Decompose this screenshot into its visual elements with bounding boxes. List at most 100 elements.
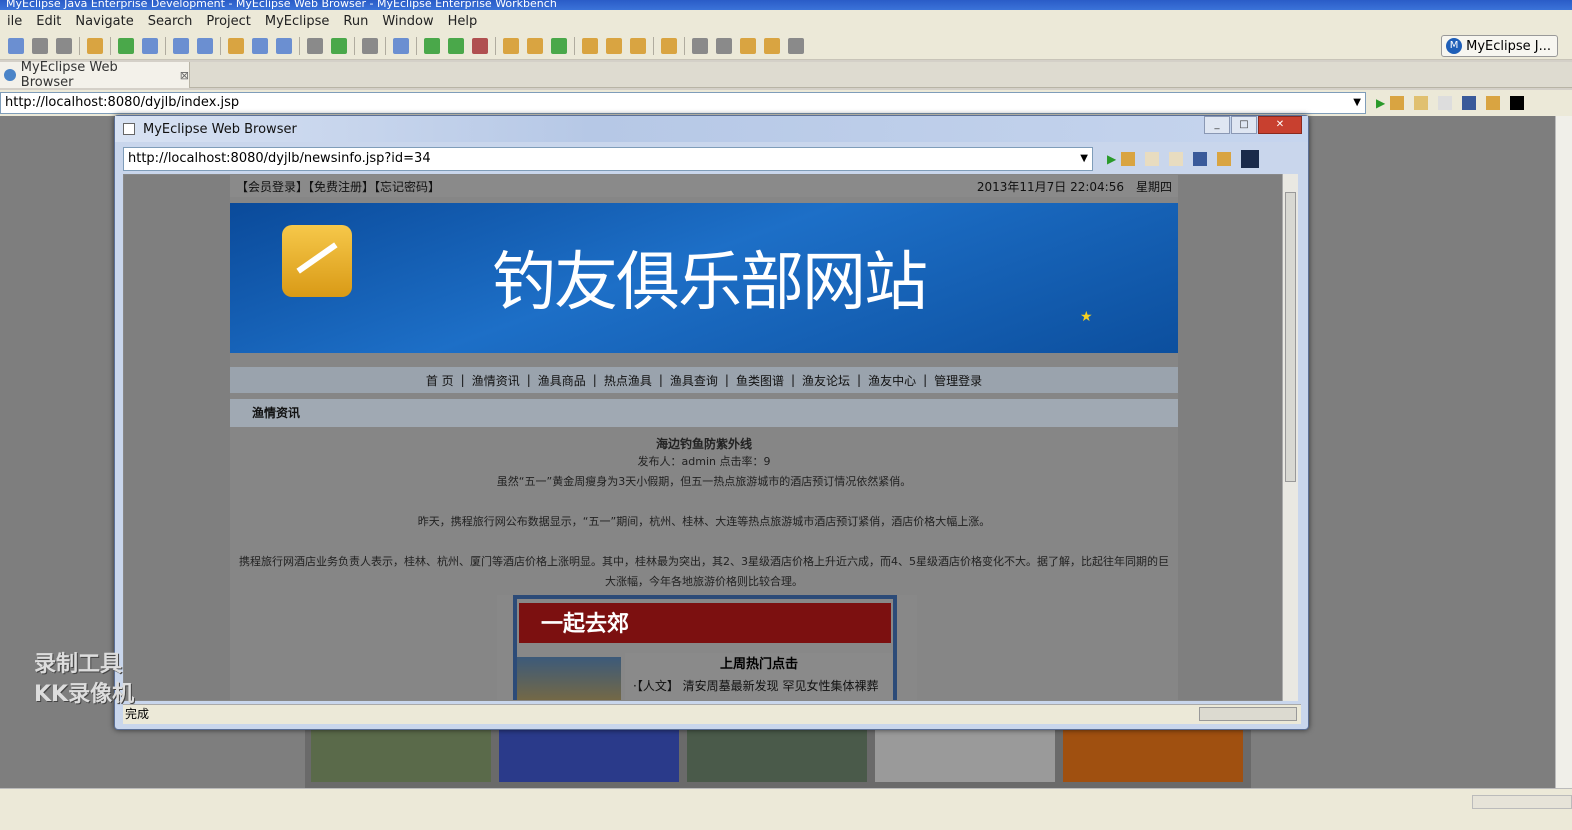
external-tools-icon[interactable]	[472, 37, 488, 54]
go-icon[interactable]: ▶	[1107, 152, 1116, 166]
product-thumbnail[interactable]	[687, 730, 867, 782]
member-links[interactable]: 【会员登录】【免费注册】【忘记密码】	[236, 178, 440, 195]
debug-icon[interactable]	[424, 37, 440, 54]
menu-project[interactable]: Project	[199, 14, 257, 29]
run-icon[interactable]	[448, 37, 464, 54]
wizard-icon[interactable]	[173, 37, 189, 54]
ad-image[interactable]	[517, 657, 621, 700]
next-annotation-icon[interactable]	[692, 37, 708, 54]
refresh-icon[interactable]	[1486, 96, 1501, 110]
refresh-icon[interactable]	[551, 37, 567, 54]
search-icon[interactable]	[661, 37, 677, 54]
back-icon[interactable]	[1414, 96, 1429, 110]
site-nav: 首 页 | 渔情资讯 | 渔具商品 | 热点渔具 | 渔具查询 | 鱼类图谱 | 渔友论坛 |…	[230, 367, 1178, 393]
product-thumbnail[interactable]	[499, 730, 679, 782]
back-icon[interactable]	[1145, 152, 1160, 166]
save-icon[interactable]	[32, 37, 48, 54]
prev-annotation-icon[interactable]	[716, 37, 732, 54]
screen-icon[interactable]	[362, 37, 378, 54]
package-icon[interactable]	[87, 37, 103, 54]
watermark-line2: KK录像机	[34, 682, 135, 707]
folder-icon[interactable]	[582, 37, 598, 54]
hot-clicks: 上周热门点击 ·【人文】 清安周墓最新发现 罕见女性集体裸葬	[625, 653, 893, 700]
refresh-icon[interactable]	[1217, 152, 1232, 166]
hot-title: 上周热门点击	[719, 657, 798, 672]
nav-home[interactable]: 首 页	[419, 372, 461, 389]
open-icon[interactable]	[307, 37, 323, 54]
product-thumbnail[interactable]	[875, 730, 1055, 782]
external-browser-icon[interactable]	[1241, 150, 1260, 168]
dialog-url-text: http://localhost:8080/dyjlb/newsinfo.jsp…	[128, 151, 431, 166]
nav-hot[interactable]: 热点渔具	[597, 372, 659, 389]
nav-products[interactable]: 渔具商品	[531, 372, 593, 389]
close-button[interactable]: ✕	[1258, 116, 1302, 134]
external-browser-icon[interactable]	[1510, 96, 1525, 110]
menu-window[interactable]: Window	[375, 14, 440, 29]
maximize-button[interactable]: □	[1231, 116, 1257, 134]
export-icon[interactable]	[252, 37, 268, 54]
tab-web-browser[interactable]: MyEclipse Web Browser ⊠	[0, 60, 190, 90]
web-page: 【会员登录】【免费注册】【忘记密码】 2013年11月7日 22:04:56 星…	[230, 175, 1178, 700]
nav-center[interactable]: 渔友中心	[861, 372, 923, 389]
nav-admin[interactable]: 管理登录	[927, 372, 989, 389]
dialog-url-field[interactable]: http://localhost:8080/dyjlb/newsinfo.jsp…	[123, 147, 1093, 171]
forward-icon[interactable]	[1438, 96, 1453, 110]
site-title: 钓友俱乐部网站	[492, 246, 928, 320]
forward-icon[interactable]	[788, 37, 804, 54]
hot-item[interactable]: ·【人文】 清安周墓最新发现 罕见女性集体裸葬	[625, 677, 893, 694]
back-icon[interactable]	[764, 37, 780, 54]
product-thumbnail[interactable]	[311, 730, 491, 782]
globe-icon[interactable]	[276, 37, 292, 54]
browser-icon[interactable]	[393, 37, 409, 54]
minimize-button[interactable]: _	[1204, 116, 1230, 134]
nav-forum[interactable]: 渔友论坛	[795, 372, 857, 389]
menu-file[interactable]: ile	[0, 14, 29, 29]
recorder-watermark: 录制工具 KK录像机	[34, 650, 134, 710]
go-icon[interactable]: ▶	[1376, 96, 1385, 110]
browser-dialog: MyEclipse Web Browser _ □ ✕ http://local…	[114, 115, 1309, 730]
favorites-icon[interactable]	[1121, 152, 1136, 166]
product-thumbnail[interactable]	[1063, 730, 1243, 782]
nav-query[interactable]: 渔具查询	[663, 372, 725, 389]
menu-myeclipse[interactable]: MyEclipse	[258, 14, 337, 29]
project-icon[interactable]	[228, 37, 244, 54]
menu-help[interactable]: Help	[441, 14, 485, 29]
article-p2: 昨天，携程旅行网公布数据显示，“五一”期间，杭州、桂林、大连等热点旅游城市酒店预…	[417, 515, 991, 528]
close-icon[interactable]: ⊠	[180, 69, 189, 82]
tab-label: MyEclipse Web Browser	[20, 60, 118, 90]
menu-edit[interactable]: Edit	[29, 14, 68, 29]
wizard2-icon[interactable]	[197, 37, 213, 54]
dialog-titlebar[interactable]: MyEclipse Web Browser _ □ ✕	[115, 116, 1308, 142]
forward-icon[interactable]	[1169, 152, 1184, 166]
menu-bar: ile Edit Navigate Search Project MyEclip…	[0, 10, 1572, 32]
build-icon[interactable]	[503, 37, 519, 54]
menu-search[interactable]: Search	[141, 14, 200, 29]
dialog-viewport: 【会员登录】【免费注册】【忘记密码】 2013年11月7日 22:04:56 星…	[123, 174, 1298, 701]
article-p3: 携程旅行网酒店业务负责人表示，桂林、杭州、厦门等酒店价格上涨明显。其中，桂林最为…	[239, 555, 1169, 588]
nav-news[interactable]: 渔情资讯	[465, 372, 527, 389]
favorites-icon[interactable]	[1390, 96, 1405, 110]
deploy-icon[interactable]	[142, 37, 158, 54]
server-icon[interactable]	[118, 37, 134, 54]
chevron-down-icon[interactable]: ▼	[1080, 148, 1088, 170]
print-icon[interactable]	[56, 37, 72, 54]
task-icon[interactable]	[630, 37, 646, 54]
outer-url-field[interactable]: http://localhost:8080/dyjlb/index.jsp ▼	[0, 92, 1366, 114]
add-icon[interactable]	[331, 37, 347, 54]
stop-icon[interactable]	[1462, 96, 1477, 110]
nav-fish[interactable]: 鱼类图谱	[729, 372, 791, 389]
menu-run[interactable]: Run	[336, 14, 375, 29]
stop-icon[interactable]	[1193, 152, 1208, 166]
menu-navigate[interactable]: Navigate	[68, 14, 140, 29]
perspective-button[interactable]: M MyEclipse J...	[1441, 35, 1558, 57]
outer-scrollbar[interactable]	[1555, 116, 1572, 788]
hierarchy-icon[interactable]	[527, 37, 543, 54]
pencil-icon[interactable]	[606, 37, 622, 54]
dialog-scrollbar[interactable]	[1282, 174, 1298, 701]
new-icon[interactable]	[8, 37, 24, 54]
globe-icon	[4, 69, 16, 81]
scroll-thumb[interactable]	[1285, 192, 1296, 482]
chevron-down-icon[interactable]: ▼	[1353, 93, 1361, 113]
last-edit-icon[interactable]	[740, 37, 756, 54]
ad-banner[interactable]: 一起去郊	[517, 601, 893, 645]
